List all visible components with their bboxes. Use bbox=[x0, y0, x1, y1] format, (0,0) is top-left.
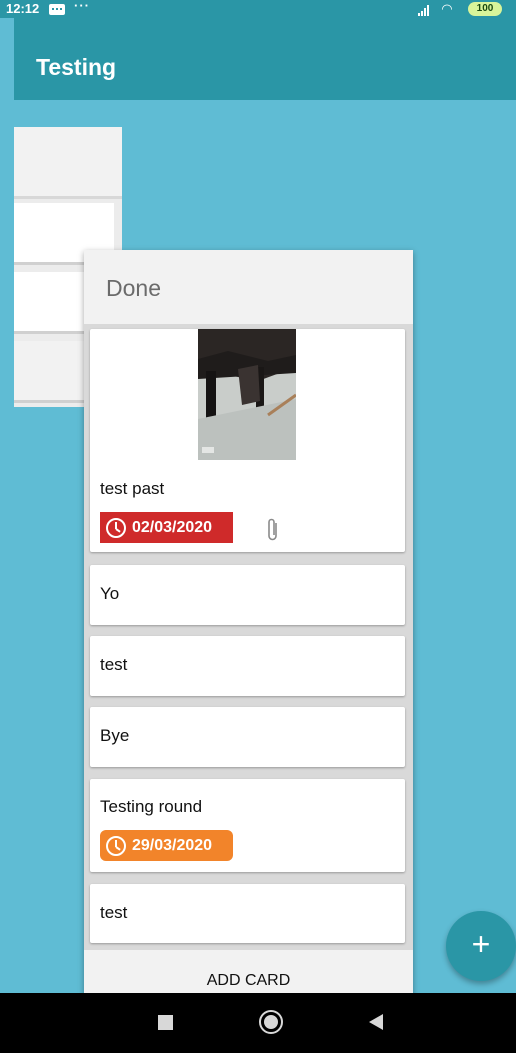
card-test-2[interactable]: test bbox=[90, 884, 405, 943]
home-button[interactable] bbox=[259, 1010, 283, 1034]
signal-icon bbox=[418, 4, 434, 16]
card-bye[interactable]: Bye bbox=[90, 707, 405, 767]
due-date-text: 29/03/2020 bbox=[132, 837, 213, 854]
due-date-badge: 29/03/2020 bbox=[100, 830, 233, 861]
board-title: Testing bbox=[36, 54, 117, 80]
list-title: Done bbox=[106, 275, 161, 301]
more-notifications-icon: ··· bbox=[74, 0, 90, 13]
due-date-badge: 02/03/2020 bbox=[100, 512, 233, 543]
add-list-button[interactable]: + bbox=[446, 911, 516, 981]
system-navigation-bar bbox=[0, 993, 516, 1053]
card-title: test bbox=[100, 655, 128, 674]
due-date-text: 02/03/2020 bbox=[132, 519, 213, 536]
done-list-header[interactable]: Done bbox=[84, 250, 413, 324]
plus-icon: + bbox=[471, 926, 491, 962]
previous-list-header[interactable] bbox=[14, 127, 122, 199]
card-title: Yo bbox=[100, 584, 120, 603]
card-testing-round[interactable]: Testing round 29/03/2020 bbox=[90, 779, 405, 872]
card-test[interactable]: test bbox=[90, 636, 405, 696]
wifi-icon: ◠ bbox=[442, 1, 452, 16]
recents-button[interactable] bbox=[158, 1015, 173, 1030]
card-yo[interactable]: Yo bbox=[90, 565, 405, 625]
card-title: test bbox=[100, 903, 128, 922]
card-title: test past bbox=[100, 479, 165, 498]
clock-icon bbox=[106, 836, 126, 856]
paperclip-icon bbox=[268, 518, 277, 541]
add-card-button[interactable]: ADD CARD bbox=[84, 950, 413, 995]
clock-icon bbox=[106, 518, 126, 538]
back-button[interactable] bbox=[369, 1014, 383, 1030]
app-bar: Testing bbox=[14, 18, 516, 100]
message-icon bbox=[49, 4, 65, 15]
card-test-past[interactable]: test past 02/03/2020 bbox=[90, 329, 405, 552]
status-bar: 12:12 ··· ◠ 100 bbox=[0, 0, 516, 18]
add-card-label: ADD CARD bbox=[206, 972, 291, 989]
status-time: 12:12 bbox=[6, 1, 40, 16]
photo-thumbnail bbox=[198, 329, 296, 460]
card-title: Testing round bbox=[100, 797, 203, 816]
card-title: Bye bbox=[100, 726, 130, 745]
card-image bbox=[198, 329, 296, 460]
battery-icon: 100 bbox=[468, 2, 502, 16]
done-list[interactable]: Done test past 02/03/2020 Yo test Bye Te… bbox=[84, 250, 413, 995]
